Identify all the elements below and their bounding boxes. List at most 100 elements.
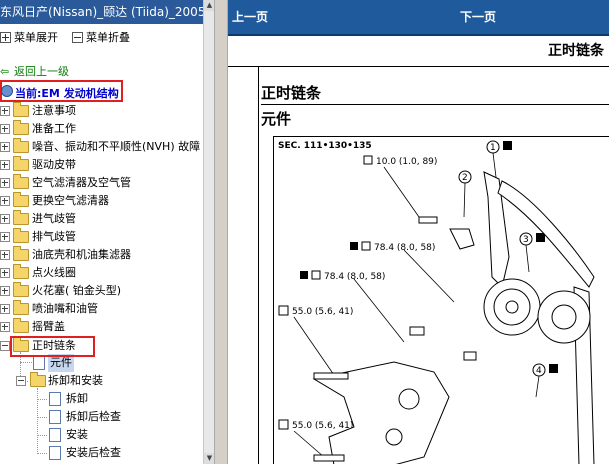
tree-item-label: 摇臂盖 (32, 320, 65, 333)
collapse-toggle-icon[interactable] (0, 341, 10, 351)
figure-code: SEC. 111•130•135 (278, 141, 372, 151)
tree-item-label: 排气歧管 (32, 230, 76, 243)
section-title: 正时链条 (261, 84, 322, 102)
tree-item-label: 准备工作 (32, 122, 76, 135)
document-pane: 上一页 下一页 正时链条 正时链条 元件 SEC. 111•130•135 1 … (228, 0, 609, 464)
torque-icon (278, 305, 289, 316)
expand-toggle-icon[interactable] (0, 124, 10, 134)
document-icon (49, 428, 61, 442)
tree-item[interactable]: 点火线圈 (0, 264, 214, 282)
callout-1-label: 1 (490, 143, 496, 153)
tree-item[interactable]: 注意事项 (0, 102, 214, 120)
expand-toggle-icon[interactable] (0, 106, 10, 116)
folder-icon (13, 102, 29, 117)
torque-icon (363, 155, 373, 165)
folder-icon (13, 156, 29, 171)
document-icon (49, 446, 61, 460)
tree-item[interactable]: 空气滤清器及空气管 (0, 174, 214, 192)
current-section-indicator: 当前:EM 发动机结构 (0, 80, 123, 102)
document-icon (49, 410, 61, 424)
collapse-toggle-icon[interactable] (16, 376, 26, 386)
expand-toggle-icon[interactable] (0, 214, 10, 224)
torque-label: 55.0 (5.6, 41) (292, 421, 353, 431)
tree-item[interactable]: 安装 (0, 426, 214, 444)
tree-item[interactable]: 喷油嘴和油管 (0, 300, 214, 318)
expand-toggle-icon[interactable] (0, 250, 10, 260)
previous-page-link[interactable]: 上一页 (232, 8, 268, 25)
note-icon (549, 364, 558, 373)
torque-icon (278, 419, 289, 430)
folder-icon (13, 300, 29, 315)
expand-toggle-icon[interactable] (0, 142, 10, 152)
next-page-link[interactable]: 下一页 (460, 8, 496, 25)
tree-item[interactable]: 拆卸 (0, 390, 214, 408)
navbar-divider (228, 34, 609, 36)
expand-toggle-icon[interactable] (0, 232, 10, 242)
tree-item-label: 油底壳和机油集滤器 (32, 248, 131, 261)
tree-item-label: 注意事项 (32, 104, 76, 117)
folder-icon (13, 264, 29, 279)
tree-item[interactable]: 火花塞( 铂金头型) (0, 282, 214, 300)
scroll-down-icon[interactable]: ▼ (204, 453, 214, 464)
section-rule (261, 104, 609, 105)
tree-item[interactable]: 驱动皮带 (0, 156, 214, 174)
tree-item-label: 进气歧管 (32, 212, 76, 225)
tree-item-label: 拆卸 (66, 392, 88, 405)
folder-icon (13, 120, 29, 135)
tree-item[interactable]: 拆卸后检查 (0, 408, 214, 426)
tree-item-label: 点火线圈 (32, 266, 76, 279)
tree-item[interactable]: 噪音、振动和不平顺性(NVH) 故障 (0, 138, 214, 156)
pane-splitter[interactable] (214, 0, 228, 464)
back-arrow-icon: ⇦ (0, 65, 10, 78)
selection-highlight-box (10, 336, 95, 357)
engine-icon (1, 85, 13, 97)
tree-item[interactable]: 安装后检查 (0, 444, 214, 462)
callout-4-label: 4 (536, 366, 542, 376)
tree-item-label: 安装后检查 (66, 446, 121, 459)
open-folder-icon (30, 372, 46, 387)
scroll-up-icon[interactable]: ▲ (204, 0, 214, 11)
tree-item[interactable]: 进气歧管 (0, 210, 214, 228)
tree-item-disassembly[interactable]: 拆卸和安装 (0, 372, 214, 390)
tree-item[interactable]: 准备工作 (0, 120, 214, 138)
expand-menu-label: 菜单展开 (14, 31, 58, 44)
folder-icon (13, 282, 29, 297)
collapse-icon (72, 31, 83, 43)
tree-item[interactable]: 油底壳和机油集滤器 (0, 246, 214, 264)
document-title: 东风日产(Nissan)_颐达 (Tiida)_2005 (0, 5, 206, 19)
tree-item-label: 安装 (66, 428, 88, 441)
document-title-bar: 东风日产(Nissan)_颐达 (Tiida)_2005 (0, 0, 214, 24)
torque-icon (350, 242, 358, 250)
timing-chain-diagram: SEC. 111•130•135 1 2 3 4 10.0 (1.0, 89) (278, 140, 595, 464)
tree-item-label: 驱动皮带 (32, 158, 76, 171)
current-section-label: 当前:EM 发动机结构 (15, 87, 119, 100)
expand-toggle-icon[interactable] (0, 160, 10, 170)
back-to-parent-link[interactable]: ⇦ 返回上一级 (0, 64, 69, 80)
expand-icon (0, 31, 11, 43)
expand-toggle-icon[interactable] (0, 286, 10, 296)
page-header: 正时链条 (548, 43, 604, 59)
callout-3-label: 3 (523, 235, 529, 245)
tree-scrollbar[interactable]: ▲ ▼ (203, 0, 214, 464)
expand-toggle-icon[interactable] (0, 178, 10, 188)
expand-toggle-icon[interactable] (0, 304, 10, 314)
collapse-menu-label: 菜单折叠 (86, 31, 130, 44)
folder-icon (13, 174, 29, 189)
tree-item[interactable]: 摇臂盖 (0, 318, 214, 336)
expand-toggle-icon[interactable] (0, 196, 10, 206)
tree-item-label: 更换空气滤清器 (32, 194, 109, 207)
folder-icon (13, 138, 29, 153)
expand-toggle-icon[interactable] (0, 322, 10, 332)
tree-item-label: 火花塞( 铂金头型) (32, 284, 122, 297)
tree-item[interactable]: 更换空气滤清器 (0, 192, 214, 210)
expand-toggle-icon[interactable] (0, 268, 10, 278)
tree-item-label: 空气滤清器及空气管 (32, 176, 131, 189)
navigation-pane: 东风日产(Nissan)_颐达 (Tiida)_2005 菜单展开 菜单折叠 ⇦… (0, 0, 214, 464)
note-icon (536, 233, 545, 242)
tree-item[interactable]: 排气歧管 (0, 228, 214, 246)
expand-menu-button[interactable]: 菜单展开 (0, 30, 58, 46)
torque-icon (311, 270, 321, 280)
collapse-menu-button[interactable]: 菜单折叠 (72, 30, 130, 46)
folder-icon (13, 210, 29, 225)
tree-item-label: 喷油嘴和油管 (32, 302, 98, 315)
